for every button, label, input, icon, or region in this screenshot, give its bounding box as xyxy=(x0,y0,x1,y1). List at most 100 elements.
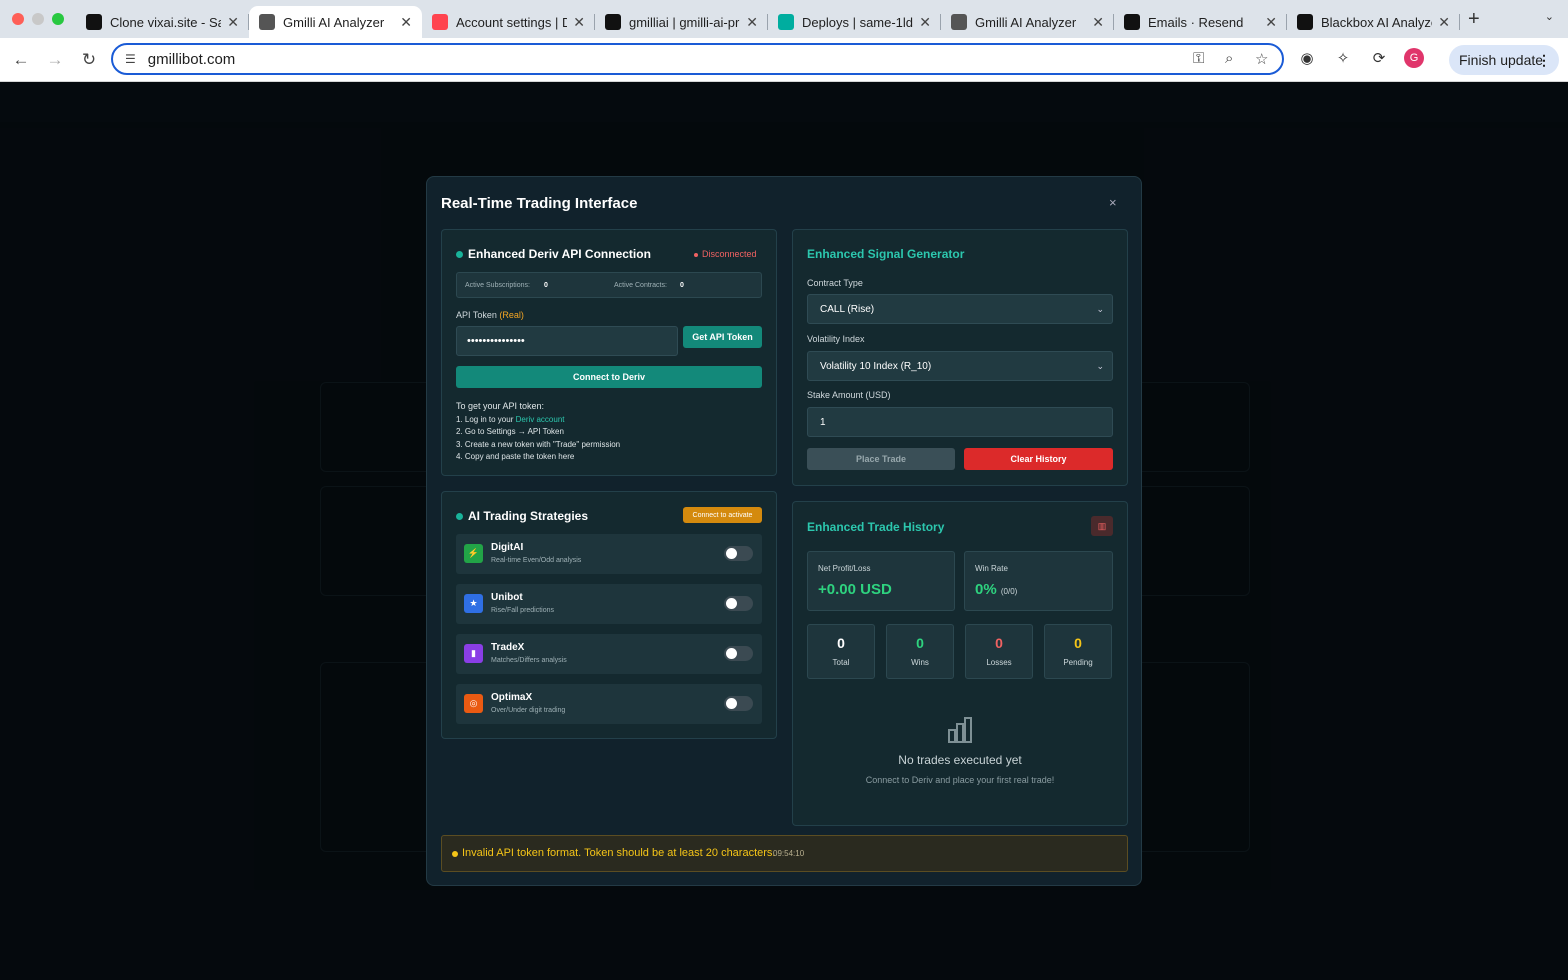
tab-title: Blackbox AI Analyze xyxy=(1321,14,1433,30)
strategy-name: OptimaX xyxy=(491,692,533,703)
strategy-description: Matches/Differs analysis xyxy=(491,657,567,664)
stat-card: 0 Wins xyxy=(886,624,954,679)
stat-label: Pending xyxy=(1063,658,1093,667)
volatility-label: Volatility Index xyxy=(807,334,865,344)
stake-amount-input[interactable]: 1 xyxy=(807,407,1113,437)
stat-value: 0 xyxy=(995,635,1003,651)
browser-tab[interactable]: Deploys | same-1ldn ✕ xyxy=(768,6,941,38)
browser-tab[interactable]: Blackbox AI Analyze ✕ xyxy=(1287,6,1460,38)
win-rate-label: Win Rate xyxy=(975,564,1008,573)
chart-icon[interactable]: ▥ xyxy=(1091,516,1113,536)
tab-title: Gmilli AI Analyzer xyxy=(283,14,385,30)
back-button[interactable]: ← xyxy=(4,50,38,70)
status-dot-icon xyxy=(456,513,463,521)
strategy-toggle[interactable] xyxy=(724,646,753,661)
close-tab-icon[interactable]: ✕ xyxy=(746,14,758,31)
tab-title: Gmilli AI Analyzer xyxy=(975,14,1077,30)
profile-avatar[interactable]: G xyxy=(1404,48,1424,68)
win-rate-count: (0/0) xyxy=(1000,587,1018,596)
net-profit-label: Net Profit/Loss xyxy=(818,564,871,573)
api-connection-panel: Enhanced Deriv API Connection Disconnect… xyxy=(441,229,777,476)
get-api-token-button[interactable]: Get API Token xyxy=(683,326,762,348)
close-tab-icon[interactable]: ✕ xyxy=(1265,14,1277,31)
connect-to-activate-badge: Connect to activate xyxy=(683,507,762,523)
zoom-icon[interactable]: ⌕ xyxy=(1225,50,1233,67)
stat-card: 0 Pending xyxy=(1044,624,1112,679)
clear-history-button[interactable]: Clear History xyxy=(964,448,1113,470)
strategy-toggle[interactable] xyxy=(724,596,753,611)
stat-card: 0 Losses xyxy=(965,624,1033,679)
tab-strip: Clone vixai.site - Sa ✕ Gmilli AI Analyzer… xyxy=(76,0,1460,38)
maximize-window-button[interactable] xyxy=(52,13,64,25)
browser-tab[interactable]: Gmilli AI Analyzer ✕ xyxy=(249,6,422,38)
empty-title: No trades executed yet xyxy=(898,753,1022,767)
win-rate-value: 0% (0/0) xyxy=(975,581,1018,598)
warning-dot-icon xyxy=(452,851,458,857)
password-key-icon[interactable]: ⚿ xyxy=(1193,50,1204,67)
strategy-toggle[interactable] xyxy=(724,696,753,711)
close-window-button[interactable] xyxy=(12,13,24,25)
new-tab-button[interactable]: + xyxy=(1468,8,1480,31)
strategies-title-text: AI Trading Strategies xyxy=(468,509,589,523)
win-rate-card: Win Rate 0% (0/0) xyxy=(964,551,1113,611)
help-step-3: 3. Create a new token with "Trade" permi… xyxy=(456,439,621,449)
token-mode: (Real) xyxy=(499,310,524,320)
extensions-puzzle-icon[interactable]: ✧ xyxy=(1332,47,1354,69)
error-alert: Invalid API token format. Token should b… xyxy=(441,835,1128,872)
help-title: To get your API token: xyxy=(456,401,545,411)
browser-tab[interactable]: Emails · Resend ✕ xyxy=(1114,6,1287,38)
api-token-input[interactable]: ••••••••••••••• xyxy=(456,326,678,356)
stat-value: 0 xyxy=(1074,635,1082,651)
strategy-description: Over/Under digit trading xyxy=(491,707,566,714)
site-settings-icon[interactable]: ☰ xyxy=(125,52,136,66)
browser-toolbar: ← → ↻ ☰ gmillibot.com ⚿ ⌕ ☆ ◉ ✧ ⟳ G xyxy=(0,38,1568,82)
reload-button[interactable]: ↻ xyxy=(72,50,106,70)
minimize-window-button[interactable] xyxy=(32,13,44,25)
close-tab-icon[interactable]: ✕ xyxy=(400,14,412,31)
browser-tab[interactable]: Account settings | D ✕ xyxy=(422,6,595,38)
alert-message: Invalid API token format. Token should b… xyxy=(462,847,776,859)
browser-tab-bar: Clone vixai.site - Sa ✕ Gmilli AI Analyzer… xyxy=(0,0,1568,38)
empty-state: No trades executed yet Connect to Deriv … xyxy=(793,716,1127,785)
performance-icon[interactable]: ⟳ xyxy=(1368,47,1390,69)
incognito-extension-icon[interactable]: ◉ xyxy=(1296,47,1318,69)
browser-tab[interactable]: Clone vixai.site - Sa ✕ xyxy=(76,6,249,38)
chevron-down-icon: ⌄ xyxy=(1096,303,1104,314)
net-profit-card: Net Profit/Loss +0.00 USD xyxy=(807,551,955,611)
close-tab-icon[interactable]: ✕ xyxy=(573,14,585,31)
contracts-value: 0 xyxy=(680,282,684,289)
toolbar-actions: ◉ ✧ ⟳ G xyxy=(1296,47,1424,69)
bookmark-star-icon[interactable]: ☆ xyxy=(1255,50,1268,68)
status-dot-icon xyxy=(456,251,463,259)
deriv-icon xyxy=(432,14,448,30)
subs-value: 0 xyxy=(544,282,548,289)
deriv-account-link[interactable]: Deriv account xyxy=(516,415,565,424)
browser-tab[interactable]: gmilliai | gmilli-ai-pr ✕ xyxy=(595,6,768,38)
strategy-toggle[interactable] xyxy=(724,546,753,561)
connection-title: Enhanced Deriv API Connection xyxy=(456,247,651,261)
close-tab-icon[interactable]: ✕ xyxy=(227,14,239,31)
close-tab-icon[interactable]: ✕ xyxy=(1438,14,1450,31)
connect-to-deriv-button[interactable]: Connect to Deriv xyxy=(456,366,762,388)
close-tab-icon[interactable]: ✕ xyxy=(1092,14,1104,31)
more-menu-icon[interactable]: ⋮ xyxy=(1537,52,1551,69)
close-icon[interactable]: × xyxy=(1109,195,1117,210)
close-tab-icon[interactable]: ✕ xyxy=(919,14,931,31)
address-bar[interactable]: ☰ gmillibot.com ⚿ ⌕ ☆ xyxy=(111,43,1284,75)
contract-type-select[interactable]: CALL (Rise) ⌄ xyxy=(807,294,1113,324)
tab-search-chevron-icon[interactable]: ⌄ xyxy=(1545,10,1554,23)
forward-button[interactable]: → xyxy=(38,50,72,70)
browser-tab[interactable]: Gmilli AI Analyzer ✕ xyxy=(941,6,1114,38)
finish-update-button[interactable]: Finish update ⋮ xyxy=(1449,45,1559,75)
place-trade-button[interactable]: Place Trade xyxy=(807,448,955,470)
strategy-item: ★ Unibot Rise/Fall predictions xyxy=(456,584,762,624)
globe-icon xyxy=(259,14,275,30)
contract-type-label: Contract Type xyxy=(807,278,863,288)
help-step-1: 1. Log in to your Deriv account xyxy=(456,414,565,424)
blackbox-icon xyxy=(1297,14,1313,30)
tab-title: gmilliai | gmilli-ai-pr xyxy=(629,14,740,30)
volatility-select[interactable]: Volatility 10 Index (R_10) ⌄ xyxy=(807,351,1113,381)
history-title: Enhanced Trade History xyxy=(807,520,945,534)
stat-card: 0 Total xyxy=(807,624,875,679)
strategy-icon: ⚡ xyxy=(464,544,483,563)
